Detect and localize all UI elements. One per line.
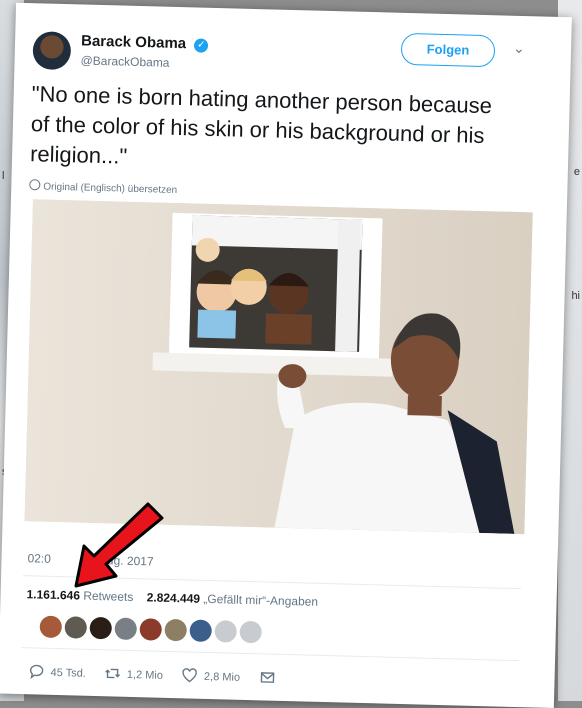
chevron-down-icon[interactable]: ⌄ [513,40,525,57]
retweet-icon [105,668,121,679]
tweet-actions: 45 Tsd. 1,2 Mio 2,8 Mio [28,663,297,686]
message-button[interactable] [259,669,281,686]
likes-label: „Gefällt mir“-Angaben [203,591,319,609]
bg-glyph: e [573,166,580,178]
likes-count: 2.824.449 [146,590,201,606]
like-count: 2,8 Mio [203,670,241,684]
translate-link[interactable]: Original (Englisch) übersetzen [29,179,177,196]
author-name-row[interactable]: Barack Obama ✓ [81,32,209,53]
liker-avatar[interactable] [214,620,237,643]
bg-glyph: l [2,170,5,182]
retweet-button[interactable]: 1,2 Mio [105,665,163,683]
liker-avatar[interactable] [39,615,63,639]
author-handle[interactable]: @BarackObama [80,53,169,69]
follow-button[interactable]: Folgen [400,32,496,68]
message-icon [260,672,274,683]
reply-count: 45 Tsd. [50,666,86,680]
verified-badge-icon: ✓ [194,38,209,53]
liker-avatar[interactable] [189,619,213,643]
liker-avatar[interactable] [239,620,262,644]
reply-button[interactable]: 45 Tsd. [28,663,86,680]
liker-avatar[interactable] [64,616,88,639]
bg-glyph: hi [571,290,580,302]
author-name[interactable]: Barack Obama [81,32,186,52]
tweet-photo[interactable] [24,199,533,535]
liker-avatar[interactable] [139,618,163,641]
timestamp-time: 02:0 [27,551,52,566]
like-button[interactable]: 2,8 Mio [182,667,240,685]
liker-avatar[interactable] [114,617,138,641]
tweet-card: Barack Obama ✓ @BarackObama Folgen ⌄ "No… [0,2,572,708]
liker-avatar[interactable] [89,616,113,640]
liker-avatars [39,615,265,649]
likes-stat[interactable]: 2.824.449 „Gefällt mir“-Angaben [147,590,319,608]
red-arrow-annotation [74,502,164,588]
like-icon [182,668,198,683]
retweet-count: 1,2 Mio [126,668,164,682]
translate-label: Original (Englisch) übersetzen [43,181,178,197]
divider [21,647,520,662]
photo-illustration [24,199,533,535]
reply-icon [29,664,44,680]
author-avatar[interactable] [32,31,72,71]
globe-icon [29,179,41,191]
tweet-text: "No one is born hating another person be… [29,81,493,169]
liker-avatar[interactable] [164,618,188,642]
